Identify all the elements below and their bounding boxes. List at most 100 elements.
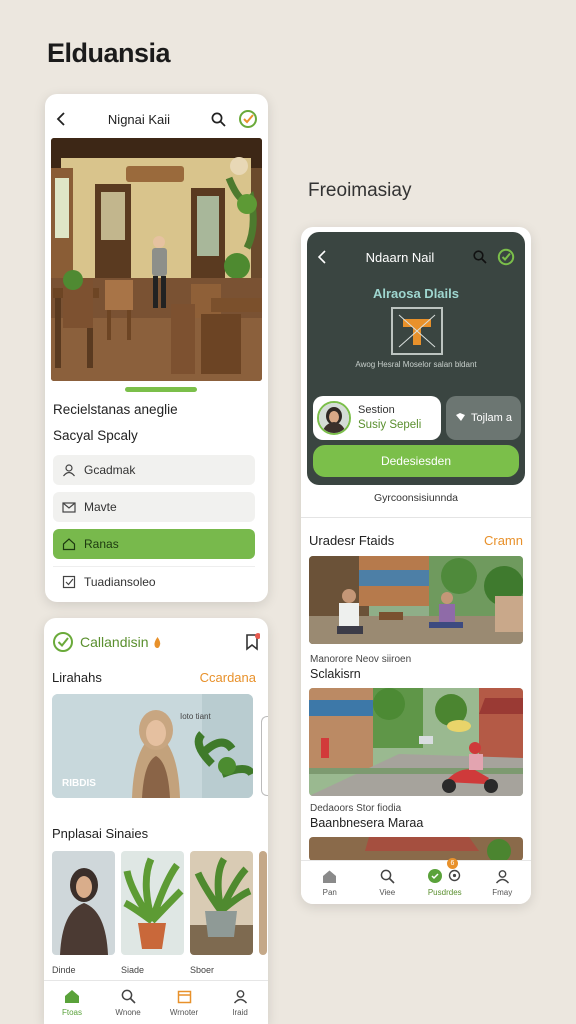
- nav-label: Pusdrdes: [427, 888, 462, 897]
- user-icon: [62, 463, 76, 477]
- menu-item-ranas[interactable]: Ranas: [53, 529, 255, 559]
- nav-item-fmay[interactable]: Fmay: [474, 861, 532, 904]
- thumbnail-card-partial[interactable]: [259, 851, 267, 955]
- thumbnail-caption: Dinde: [52, 965, 76, 975]
- user-icon: [495, 869, 510, 886]
- profile-line-2: Susiy Sepeli: [358, 419, 422, 431]
- section-link[interactable]: Ccardana: [200, 670, 256, 685]
- thumbnail-caption: Siade: [121, 965, 145, 975]
- back-chevron-icon[interactable]: [317, 250, 327, 264]
- search-icon[interactable]: [473, 250, 487, 264]
- thumbnail-card[interactable]: [190, 851, 253, 955]
- thumbnail-card[interactable]: [121, 851, 184, 955]
- screen-title: Nignai Kaii: [107, 111, 171, 127]
- nav-item-wnone[interactable]: Wnone: [100, 981, 156, 1024]
- section-header: Lirahahs Ccardana: [52, 670, 256, 685]
- nav-label: Viee: [379, 887, 396, 897]
- panel-caption: Awog Hesral Moselor salan bldant: [355, 360, 477, 369]
- section-heading: Recielstanas aneglie: [53, 402, 178, 417]
- mail-icon: [62, 500, 76, 514]
- logo-icon: [391, 307, 443, 355]
- chat-icon: [427, 868, 443, 886]
- nav-item-iraid[interactable]: Iraid: [212, 981, 268, 1024]
- check-circle-icon[interactable]: [497, 248, 515, 266]
- avatar: [317, 401, 351, 435]
- section-link[interactable]: Cramn: [484, 533, 523, 548]
- thumbnail-row: [52, 851, 267, 955]
- nav-item-wrnoter[interactable]: Wrnoter: [156, 981, 212, 1024]
- section-subheading: Sacyal Spcaly: [53, 428, 138, 443]
- search-icon: [380, 869, 395, 886]
- secondary-chip-label: Tojlam a: [471, 412, 512, 424]
- nav-label: Pan: [322, 887, 337, 897]
- page-subhead: Freoimasiay: [308, 180, 412, 201]
- profile-line-1: Sestion: [358, 404, 395, 416]
- screen-title: Ndaarn Nail: [365, 249, 435, 265]
- nav-item-pan[interactable]: Pan: [301, 861, 359, 904]
- bottom-nav: Ftoas Wnone Wrnoter Iraid: [44, 980, 268, 1024]
- screen-card-dashboard: Ndaarn Nail Alraosa Dlails Awog Hesral M…: [301, 227, 531, 904]
- section-title: Uradesr Ftaids: [309, 533, 395, 548]
- carousel-indicator: [125, 387, 197, 392]
- nav-item-pusdrdes[interactable]: 6 Pusdrdes: [416, 858, 474, 904]
- search-icon[interactable]: [211, 112, 226, 127]
- top-bar: Ndaarn Nail: [307, 232, 525, 282]
- banner-tag: Ioto tiant: [180, 712, 211, 721]
- notification-badge: 6: [447, 858, 458, 869]
- home-icon: [322, 869, 337, 886]
- calendar-icon: [177, 989, 192, 1006]
- section-title-2: Pnplasai Sinaies: [52, 826, 149, 841]
- home-icon: [64, 989, 80, 1006]
- dark-header-panel: Ndaarn Nail Alraosa Dlails Awog Hesral M…: [307, 232, 525, 485]
- bookmark-icon[interactable]: [244, 633, 260, 651]
- section-title: Lirahahs: [52, 670, 102, 685]
- menu-list: Gcadmak Mavte Ranas Tuadiansoleo: [53, 455, 255, 602]
- top-bar: Nignai Kaii: [45, 94, 268, 144]
- user-icon: [233, 989, 248, 1006]
- menu-item-mavte[interactable]: Mavte: [53, 492, 255, 522]
- featured-banner[interactable]: Ioto tiant RIBDIS: [52, 694, 253, 798]
- banner-label: RIBDIS: [62, 778, 96, 789]
- nav-item-viee[interactable]: Viee: [359, 861, 417, 904]
- panel-title: Alraosa Dlails: [373, 286, 459, 301]
- item-subtitle: Dedaoors Stor fiodia: [310, 803, 402, 814]
- scroll-hint: [261, 716, 268, 796]
- settings-icon: [447, 868, 462, 886]
- screen-card-details: Nignai Kaii Recielstanas aneglie Sacyal …: [45, 94, 268, 602]
- search-icon: [121, 989, 136, 1006]
- nav-label: Fmay: [492, 887, 513, 897]
- profile-chip[interactable]: Sestion Susiy Sepeli: [313, 396, 441, 440]
- brand-name: Callandisin: [80, 634, 149, 650]
- info-note: Gyrcoonsisiunnda: [373, 492, 459, 504]
- thumbnail-caption: Sboer: [190, 965, 215, 975]
- menu-item-label: Ranas: [84, 537, 119, 551]
- item-title: Baanbnesera Maraa: [310, 816, 424, 830]
- home-icon: [62, 537, 76, 551]
- street-photo-partial[interactable]: [309, 837, 523, 861]
- menu-item-label: Tuadiansoleo: [84, 574, 156, 589]
- page-headline: Elduansia: [47, 38, 171, 68]
- top-bar: Callandisin: [52, 628, 260, 656]
- check-circle-icon[interactable]: [238, 109, 258, 129]
- primary-button[interactable]: Dedesiesden: [313, 445, 519, 477]
- check-circle-icon: [52, 631, 74, 653]
- section-header: Uradesr Ftaids Cramn: [309, 533, 523, 548]
- street-photo[interactable]: [309, 556, 523, 644]
- nav-label: Ftoas: [61, 1007, 82, 1017]
- secondary-chip[interactable]: Tojlam a: [446, 396, 521, 440]
- nav-item-ftoas[interactable]: Ftoas: [44, 981, 100, 1024]
- divider: [301, 517, 531, 518]
- nav-label: Wrnoter: [169, 1007, 199, 1017]
- back-chevron-icon[interactable]: [55, 112, 67, 126]
- street-photo[interactable]: [309, 688, 523, 796]
- flame-icon: [153, 636, 162, 649]
- cafe-interior-photo: [51, 138, 262, 381]
- menu-item-label: Gcadmak: [84, 463, 136, 477]
- item-subtitle: Manorore Neov siiroen: [310, 654, 412, 665]
- menu-item-gcadmak[interactable]: Gcadmak: [53, 455, 255, 485]
- screen-card-home: Callandisin Lirahahs Ccardana Ioto tiant…: [44, 618, 268, 1024]
- bottom-nav: Pan Viee 6 Pusdrdes Fmay: [301, 858, 532, 904]
- tag-icon: [455, 412, 466, 425]
- thumbnail-card[interactable]: [52, 851, 115, 955]
- menu-item-tuadiansoleo[interactable]: Tuadiansoleo: [53, 566, 255, 596]
